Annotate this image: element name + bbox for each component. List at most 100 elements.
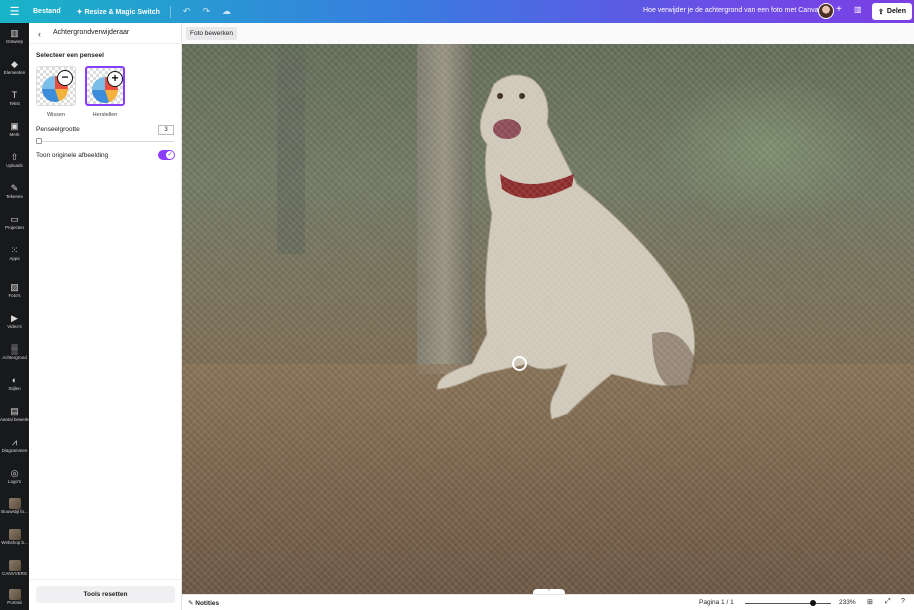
rail-item-tekst[interactable]: T Tekst [0,90,29,107]
rail-item-portrait[interactable]: Portrait [0,589,29,606]
rail-item-label: Ontwerp [5,39,23,44]
brush-cursor [512,356,527,371]
zoom-slider-thumb[interactable] [810,600,816,606]
undo-icon[interactable]: ↶ [183,6,191,17]
rail-item-achtergrond[interactable]: ▒ Achtergrond [0,344,29,361]
text-icon: T [11,90,18,100]
brush-size-slider-thumb[interactable] [36,138,42,144]
reset-tools-button[interactable]: Tools resetten [36,586,175,603]
rail-item-label: Video's [7,324,22,329]
divider [29,579,182,580]
rail-item-foto-s[interactable]: ▨ Foto's [0,282,29,299]
draw-icon: ✎ [10,183,19,193]
brush-size-input[interactable]: 3 [158,125,174,135]
grid-view-icon[interactable]: ⊞ [867,598,873,606]
divider [169,5,171,18]
styles-icon: ◐ [11,375,18,385]
design-thumbnail [8,529,21,540]
rail-item-label: Foto's [8,293,21,298]
folder-icon: ▭ [10,214,19,224]
rail-item-label: Portrait [7,600,22,605]
rail-item-aantal-bewerken[interactable]: ▤Aantal bewerken [0,406,29,423]
rail-item-label: Tekenen [5,194,23,199]
rail-item-label: Apps [9,256,20,261]
erase-brush-button[interactable]: − [36,66,76,106]
check-icon: ✓ [166,151,174,159]
file-menu[interactable]: Bestand [33,8,61,15]
background-remover-panel: ‹ Achtergrondverwijderaar Selecteer een … [29,23,182,610]
resize-button[interactable]: ✦ Resize & Magic Switch [77,8,160,16]
video-icon: ▶ [11,313,18,323]
rail-item-tekenen[interactable]: ✎ Tekenen [0,183,29,200]
design-thumbnail [8,560,21,571]
document-title[interactable]: Hoe verwijder je de achtergrond van een … [643,7,819,14]
menu-icon[interactable]: ☰ [0,5,29,18]
rail-item-label: Stijlen [8,386,21,391]
rail-item-label: Merk [9,132,20,137]
chevron-left-icon[interactable]: ‹ [38,29,41,39]
editor-canvas: Foto bewerken ⌃ [182,23,914,595]
rail-item-label: Elementen [3,70,26,75]
page-indicator[interactable]: Pagina 1 / 1 [699,599,734,606]
restore-brush-button[interactable]: + [85,66,125,106]
notes-button[interactable]: ✎ Notities [188,599,219,607]
rail-item-logo-s[interactable]: ◎ Logo's [0,468,29,485]
bottom-bar: ✎ Notities Pagina 1 / 1 233% ⊞ ⤢ ? [182,594,914,610]
bulk-create-icon: ▤ [10,406,19,416]
rail-item-bouwstijl-fo[interactable]: Bouwstijl fo... [0,498,29,515]
notes-label: Notities [195,600,220,607]
rail-item-projecten[interactable]: ▭ Projecten [0,214,29,231]
show-original-toggle[interactable]: ✓ [158,150,175,160]
add-collaborator-icon[interactable]: + [836,4,842,15]
cloud-check-icon[interactable]: ☁ [222,6,231,17]
share-label: Delen [886,8,906,15]
divider [29,43,182,44]
rail-item-diagrammen[interactable]: ⩘ Diagrammen [0,437,29,454]
rail-item-label: Bouwstijl fo... [1,509,28,514]
edit-photo-button[interactable]: Foto bewerken [186,27,237,40]
rail-item-label: Logo's [7,479,22,484]
erase-brush-label: Wissen [46,112,66,118]
elements-icon: ◆ [11,59,18,69]
brush-size-slider[interactable] [36,141,174,142]
zoom-value[interactable]: 233% [839,599,856,606]
rail-item-webshop-b[interactable]: Webshop b... [0,529,29,546]
plus-icon: + [107,71,123,87]
rail-item-label: Aantal bewerken [0,417,29,422]
minus-icon: − [57,70,73,86]
resize-label: Resize & Magic Switch [84,8,160,16]
apps-icon: ⁙ [10,245,19,255]
rail-item-label: Webshop b... [1,540,28,545]
rail-item-label: Projecten [4,225,24,230]
left-rail: ▥ Ontwerp ◆ Elementen T Tekst ▣ Merk ⇧ Uploads ✎ Te… [0,23,29,610]
upload-icon: ⇧ [10,152,19,162]
rail-item-video-s[interactable]: ▶ Video's [0,313,29,330]
top-bar: ☰ Bestand ✦ Resize & Magic Switch ↶ ↷ ☁ … [0,0,914,23]
rail-item-merk[interactable]: ▣ Merk [0,121,29,138]
restore-brush-label: Herstellen [92,112,118,118]
transparency-overlay [182,44,914,594]
rail-item-uploads[interactable]: ⇧ Uploads [0,152,29,169]
rail-item-label: Diagrammen [1,448,28,453]
select-brush-heading: Selecteer een penseel [36,52,104,59]
panel-title: Achtergrondverwijderaar [53,29,130,36]
fullscreen-icon[interactable]: ⤢ [885,598,891,606]
analytics-icon[interactable]: ▥ [854,5,862,14]
rail-item-ontwerp[interactable]: ▥ Ontwerp [0,28,29,45]
redo-icon[interactable]: ↷ [202,6,210,17]
avatar[interactable] [818,3,834,19]
photo-canvas[interactable] [182,44,914,594]
photo-icon: ▨ [10,282,19,292]
zoom-slider[interactable] [745,603,831,604]
rail-item-label: Uploads [6,163,23,168]
rail-item-canvvers[interactable]: CANVVERS [0,560,29,577]
rail-item-elementen[interactable]: ◆ Elementen [0,59,29,76]
design-thumbnail [8,498,21,509]
share-button[interactable]: ⇪ Delen [872,3,912,20]
layout-icon: ▥ [10,28,19,38]
rail-item-label: Tekst [9,101,20,106]
share-icon: ⇪ [878,8,884,16]
rail-item-stijlen[interactable]: ◐ Stijlen [0,375,29,392]
help-icon[interactable]: ? [901,598,905,605]
rail-item-apps[interactable]: ⁙ Apps [0,245,29,262]
